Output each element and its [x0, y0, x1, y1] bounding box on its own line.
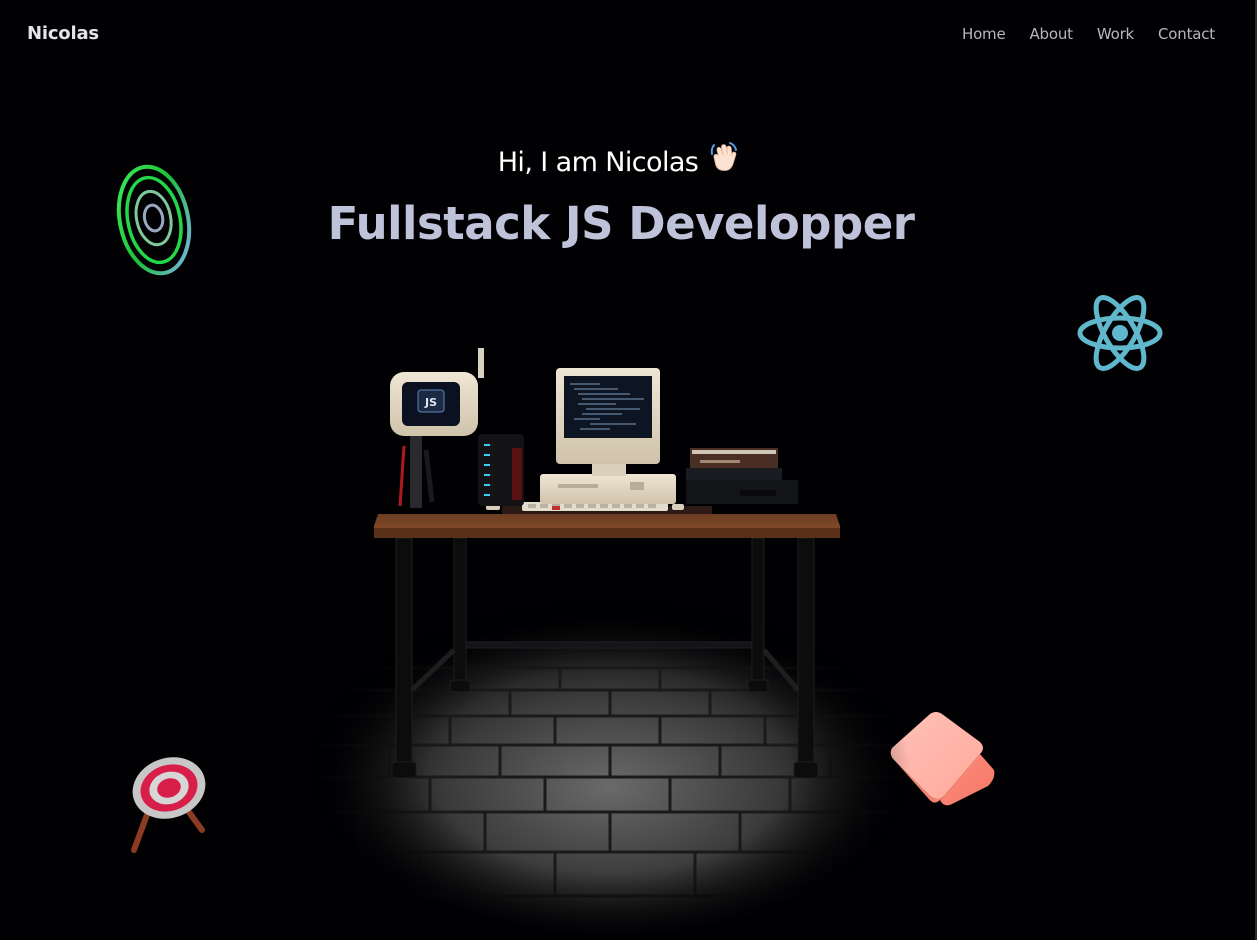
rings-icon — [108, 158, 200, 286]
greeting-text: Hi, I am Nicolas — [497, 147, 699, 178]
navbar: Nicolas Home About Work Contact — [0, 0, 1257, 72]
desk-computer-scene[interactable]: JS — [300, 330, 920, 940]
brand-logo[interactable]: Nicolas — [27, 23, 99, 44]
react-logo-icon — [1076, 292, 1164, 378]
tv-screen-logo: JS — [424, 396, 437, 409]
nav-link-home[interactable]: Home — [962, 25, 1006, 43]
portfolio-page: Nicolas Home About Work Contact Hi, I am… — [0, 0, 1257, 940]
nav-link-work[interactable]: Work — [1097, 25, 1134, 43]
target-icon — [126, 750, 212, 858]
waving-hand-icon — [708, 140, 742, 181]
nav-links: Home About Work Contact — [962, 25, 1215, 43]
nav-link-about[interactable]: About — [1029, 25, 1073, 43]
nav-link-contact[interactable]: Contact — [1158, 25, 1215, 43]
